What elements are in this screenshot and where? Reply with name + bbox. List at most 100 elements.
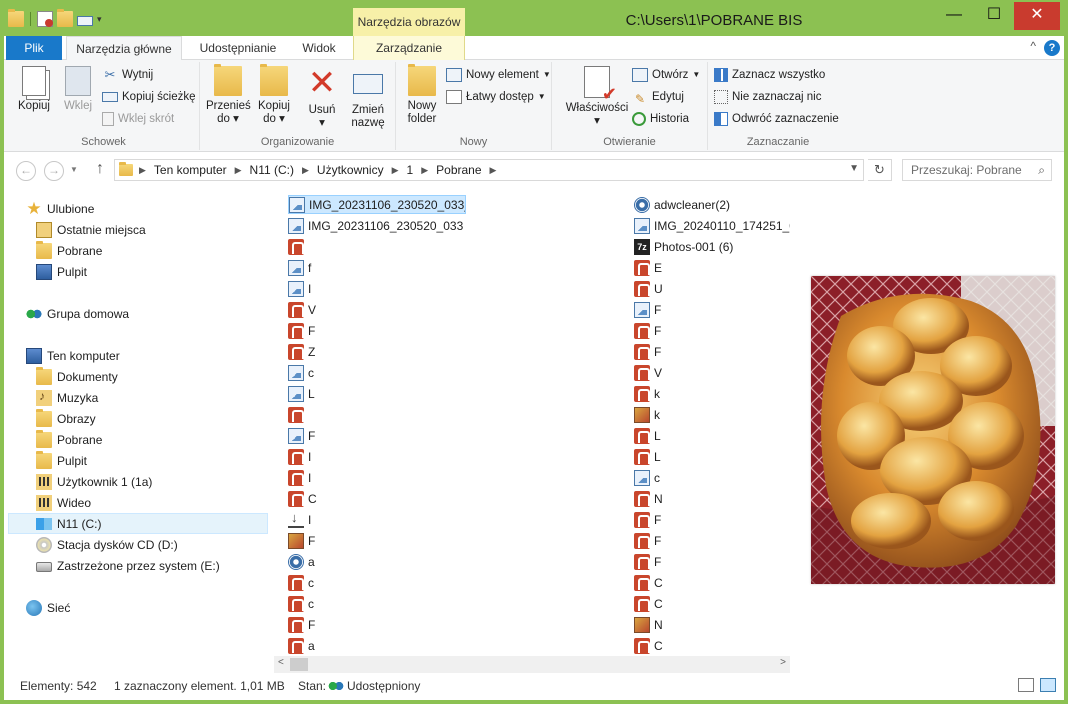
scrollbar-thumb[interactable]	[290, 658, 308, 671]
close-button[interactable]: ✕	[1014, 2, 1060, 30]
forward-button[interactable]: →	[44, 161, 64, 181]
nav-drive-c[interactable]: N11 (C:)	[8, 513, 268, 534]
edit-button[interactable]: ✎ Edytuj	[632, 88, 684, 106]
file-item[interactable]: U	[634, 279, 790, 298]
file-item[interactable]: C	[634, 636, 790, 655]
select-none-button[interactable]: Nie zaznaczaj nic	[714, 88, 821, 106]
paste-shortcut-button[interactable]: Wklej skrót	[102, 110, 174, 128]
rename-button[interactable]: Zmień nazwę	[346, 66, 390, 130]
file-item[interactable]: C	[288, 489, 628, 508]
nav-desktop-pc[interactable]: Pulpit	[36, 450, 87, 471]
file-item[interactable]: I	[288, 510, 628, 529]
nav-music[interactable]: Muzyka	[36, 387, 98, 408]
file-item[interactable]: L	[634, 426, 790, 445]
tab-share[interactable]: Udostępnianie	[190, 36, 286, 60]
properties-icon[interactable]	[37, 11, 53, 27]
file-item[interactable]: IMG_20240110_174251_072	[634, 216, 790, 235]
file-item[interactable]: c	[288, 594, 628, 613]
nav-desktop[interactable]: Pulpit	[36, 261, 87, 282]
file-item[interactable]: F	[288, 426, 628, 445]
address-bar[interactable]: ▶ Ten komputer ▶ N11 (C:) ▶ Użytkownicy …	[114, 159, 864, 181]
copy-to-button[interactable]: Kopiuj do ▾	[252, 64, 296, 126]
file-item[interactable]: IMG_20231106_230520_033_2	[288, 195, 466, 214]
tab-manage[interactable]: Zarządzanie	[353, 36, 465, 60]
file-item[interactable]: V	[634, 363, 790, 382]
details-view-icon[interactable]	[1018, 678, 1034, 692]
nav-network[interactable]: Sieć	[26, 597, 70, 618]
up-button[interactable]: ↑	[96, 160, 104, 178]
file-item[interactable]: c	[288, 573, 628, 592]
new-folder-icon[interactable]	[57, 9, 73, 27]
copy-button[interactable]: Kopiuj	[12, 66, 56, 113]
horizontal-scrollbar[interactable]: < >	[274, 656, 790, 673]
scroll-left-icon[interactable]: <	[278, 657, 284, 668]
nav-favorites[interactable]: ★ Ulubione	[26, 198, 94, 219]
nav-downloads-pc[interactable]: Pobrane	[36, 429, 102, 450]
breadcrumb-user-1[interactable]: 1	[407, 163, 414, 177]
delete-button[interactable]: ✕ Usuń ▾	[300, 66, 344, 130]
back-button[interactable]: ←	[16, 161, 36, 181]
file-item[interactable]: F	[634, 510, 790, 529]
nav-downloads[interactable]: Pobrane	[36, 240, 102, 261]
file-item[interactable]	[288, 405, 628, 424]
search-input[interactable]: Przeszukaj: Pobrane ⌕	[902, 159, 1052, 181]
history-button[interactable]: Historia	[632, 110, 689, 128]
file-item[interactable]: k	[634, 384, 790, 403]
file-item[interactable]: F	[634, 321, 790, 340]
new-item-button[interactable]: Nowy element ▼	[446, 66, 551, 84]
file-item[interactable]: Z	[288, 342, 628, 361]
file-item[interactable]: L	[634, 447, 790, 466]
file-item[interactable]: L	[288, 384, 628, 403]
invert-selection-button[interactable]: Odwróć zaznaczenie	[714, 110, 839, 128]
breadcrumb-this-pc[interactable]: Ten komputer	[154, 163, 227, 177]
nav-documents[interactable]: Dokumenty	[36, 366, 118, 387]
new-folder-button[interactable]: Nowy folder	[400, 64, 444, 126]
file-item[interactable]: F	[634, 300, 790, 319]
file-item[interactable]: a	[288, 636, 628, 655]
file-item[interactable]: c	[634, 468, 790, 487]
breadcrumb-users[interactable]: Użytkownicy	[317, 163, 384, 177]
scroll-right-icon[interactable]: >	[780, 657, 786, 668]
nav-this-pc[interactable]: Ten komputer	[26, 345, 120, 366]
tab-home[interactable]: Narzędzia główne	[66, 36, 182, 61]
file-item[interactable]: F	[634, 342, 790, 361]
large-icons-view-icon[interactable]	[1040, 678, 1056, 692]
address-dropdown-icon[interactable]: ▼	[849, 163, 859, 174]
move-to-button[interactable]: Przenieś do ▾	[206, 64, 251, 126]
paste-button[interactable]: Wklej	[56, 66, 100, 113]
file-item[interactable]: k	[634, 405, 790, 424]
title-bar[interactable]: ▾ Narzędzia obrazów C:\Users\1\POBRANE B…	[4, 0, 1064, 36]
file-item[interactable]: F	[634, 531, 790, 550]
nav-drive-d[interactable]: Stacja dysków CD (D:)	[36, 534, 178, 555]
maximize-button[interactable]: ☐	[974, 2, 1014, 30]
breadcrumb-downloads[interactable]: Pobrane	[436, 163, 481, 177]
help-icon[interactable]: ?	[1044, 40, 1060, 56]
tab-view[interactable]: Widok	[292, 36, 346, 60]
file-item[interactable]: N	[634, 615, 790, 634]
file-item[interactable]: I	[288, 447, 628, 466]
nav-drive-e[interactable]: Zastrzeżone przez system (E:)	[36, 555, 220, 576]
file-item[interactable]: adwcleaner(2)	[634, 195, 790, 214]
breadcrumb-drive-c[interactable]: N11 (C:)	[250, 163, 294, 177]
file-item[interactable]: IMG_20231106_230520_033	[288, 216, 628, 235]
open-button[interactable]: Otwórz ▼	[632, 66, 700, 84]
file-item[interactable]: 7z Photos-001 (6)	[634, 237, 790, 256]
nav-homegroup[interactable]: Grupa domowa	[26, 303, 129, 324]
file-item[interactable]: E	[634, 258, 790, 277]
minimize-button[interactable]: —	[934, 2, 974, 30]
file-item[interactable]: a	[288, 552, 628, 571]
file-item[interactable]: F	[288, 321, 628, 340]
rename-icon[interactable]	[77, 15, 93, 26]
file-item[interactable]: F	[288, 615, 628, 634]
properties-button[interactable]: ✔ Właściwości ▾	[560, 66, 634, 128]
file-item[interactable]	[288, 237, 628, 256]
file-item[interactable]: c	[288, 363, 628, 382]
easy-access-button[interactable]: Łatwy dostęp ▼	[446, 88, 546, 106]
select-all-button[interactable]: Zaznacz wszystko	[714, 66, 825, 84]
nav-videos[interactable]: Wideo	[36, 492, 91, 513]
file-item[interactable]: I	[288, 468, 628, 487]
file-item[interactable]: C	[634, 573, 790, 592]
file-item[interactable]: F	[634, 552, 790, 571]
collapse-ribbon-icon[interactable]: ^	[1030, 39, 1036, 53]
file-item[interactable]: V	[288, 300, 628, 319]
